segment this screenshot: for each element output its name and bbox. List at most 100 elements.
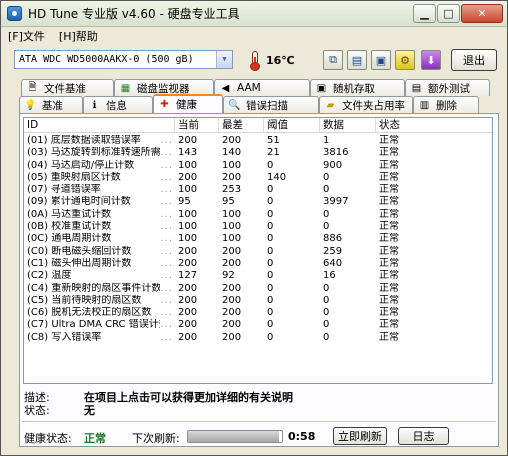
exit-button[interactable]: 退出 xyxy=(451,49,497,71)
table-row[interactable]: (C6) 脱机无法校正的扇区数... 200 200 0 0 正常 xyxy=(24,307,492,319)
status-label: 状态: xyxy=(24,404,50,417)
tab-folder-usage[interactable]: ▰ 文件夹占用率 xyxy=(319,96,413,113)
next-refresh-label: 下次刷新: xyxy=(132,432,180,445)
cell-status: 正常 xyxy=(379,307,399,319)
menu-help[interactable]: [H]帮助 xyxy=(52,28,105,44)
table-row[interactable]: (C1) 磁头伸出周期计数... 200 200 0 640 正常 xyxy=(24,258,492,270)
tab-file-benchmark[interactable]: 🗎 文件基准 xyxy=(21,79,114,96)
smart-table[interactable]: ID 当前 最差 阈值 数据 状态 (01) 底层数据读取错误率... 200 20… xyxy=(23,117,493,384)
column-header-current[interactable]: 当前 xyxy=(175,118,219,133)
cell-worst: 100 xyxy=(222,233,242,245)
close-icon[interactable]: ✕ xyxy=(461,4,503,23)
cell-worst: 200 xyxy=(222,307,242,319)
table-row[interactable]: (01) 底层数据读取错误率... 200 200 51 1 正常 xyxy=(24,135,492,147)
table-row[interactable]: (09) 累计通电时间计数... 95 95 0 3997 正常 xyxy=(24,196,492,208)
tab-error-scan[interactable]: 🔍 错误扫描 xyxy=(223,96,319,113)
table-row[interactable]: (C5) 当前待映射的扇区数... 200 200 0 0 正常 xyxy=(24,295,492,307)
cell-threshold: 0 xyxy=(267,208,274,220)
cell-data: 0 xyxy=(323,221,330,233)
cell-threshold: 140 xyxy=(267,171,287,183)
tab-row-bottom: 💡 基准 ℹ 信息 ✚ 健康 🔍 错误扫描 ▰ 文件夹占用率 ▥ 删除 xyxy=(19,94,503,113)
menu-file[interactable]: [F]文件 xyxy=(1,28,52,44)
cell-threshold: 0 xyxy=(267,196,274,208)
options-icon[interactable]: ⚙ xyxy=(395,50,415,70)
save-icon[interactable]: ▣ xyxy=(371,50,391,70)
health-status-value: 正常 xyxy=(84,432,106,445)
table-row[interactable]: (0A) 马达重试计数... 100 100 0 0 正常 xyxy=(24,209,492,221)
minimize-icon[interactable]: ▁ xyxy=(413,4,436,23)
cell-status: 正常 xyxy=(379,282,399,294)
table-row[interactable]: (0C) 通电周期计数... 100 100 0 886 正常 xyxy=(24,233,492,245)
chevron-down-icon[interactable]: ▼ xyxy=(216,51,232,68)
cell-threshold: 51 xyxy=(267,135,280,146)
table-row[interactable]: (C7) Ultra DMA CRC 错误计数... 200 200 0 0 正常 xyxy=(24,319,492,331)
tab-row-top: 🗎 文件基准 ▦ 磁盘监视器 ◀ AAM ▣ 随机存取 ▤ 额外测试 xyxy=(21,79,505,96)
table-row[interactable]: (0B) 校准重试计数... 100 100 0 0 正常 xyxy=(24,221,492,233)
maximize-icon[interactable]: □ xyxy=(437,4,460,23)
drive-select[interactable]: ATA WDC WD5000AAKX-0 (500 gB) ▼ xyxy=(14,50,233,69)
cell-current: 100 xyxy=(178,221,198,233)
cell-worst: 140 xyxy=(222,147,242,159)
tab-random-access[interactable]: ▣ 随机存取 xyxy=(310,79,405,96)
cell-threshold: 0 xyxy=(267,233,274,245)
log-button[interactable]: 日志 xyxy=(398,427,449,445)
table-row[interactable]: (04) 马达启动/停止计数... 100 100 0 900 正常 xyxy=(24,160,492,172)
cell-id: (C4) 重新映射的扇区事件计数... xyxy=(27,282,173,294)
cell-data: 0 xyxy=(323,282,330,294)
window-title: HD Tune 专业版 v4.60 - 硬盘专业工具 xyxy=(28,7,240,21)
cell-id: (05) 重映射扇区计数... xyxy=(27,171,173,183)
health-status-label: 健康状态: xyxy=(24,432,72,445)
cell-data: 0 xyxy=(323,319,330,331)
column-header-threshold[interactable]: 阈值 xyxy=(264,118,320,133)
cell-current: 200 xyxy=(178,171,198,183)
tab-aam[interactable]: ◀ AAM xyxy=(214,79,310,96)
status-text: 无 xyxy=(84,404,95,417)
cell-worst: 200 xyxy=(222,282,242,294)
cell-data: 900 xyxy=(323,159,343,171)
thermometer-icon xyxy=(245,50,265,71)
folder-icon: ▰ xyxy=(326,99,335,111)
menu-bar: [F]文件 [H]帮助 xyxy=(1,28,507,44)
cell-threshold: 0 xyxy=(267,184,274,196)
cell-worst: 253 xyxy=(222,184,242,196)
download-icon[interactable]: ⬇ xyxy=(421,50,441,70)
table-row[interactable]: (C0) 断电磁头缩回计数... 200 200 0 259 正常 xyxy=(24,246,492,258)
copy-screenshot-icon[interactable]: ▤ xyxy=(347,50,367,70)
cell-status: 正常 xyxy=(379,184,399,196)
column-header-data[interactable]: 数据 xyxy=(320,118,376,133)
refresh-now-button[interactable]: 立即刷新 xyxy=(333,427,387,445)
column-header-id[interactable]: ID xyxy=(24,118,175,133)
tab-health[interactable]: ✚ 健康 xyxy=(153,94,223,113)
table-row[interactable]: (C2) 温度... 127 92 0 16 正常 xyxy=(24,270,492,282)
table-row[interactable]: (05) 重映射扇区计数... 200 200 140 0 正常 xyxy=(24,172,492,184)
cell-worst: 200 xyxy=(222,294,242,306)
copy-info-icon[interactable]: ⧉ xyxy=(323,50,343,70)
monitor-icon: ▦ xyxy=(120,82,131,94)
cell-worst: 92 xyxy=(222,270,235,282)
table-row[interactable]: (C4) 重新映射的扇区事件计数... 200 200 0 0 正常 xyxy=(24,283,492,295)
cell-current: 100 xyxy=(178,208,198,220)
cell-current: 200 xyxy=(178,135,198,146)
tab-extra-tests[interactable]: ▤ 额外测试 xyxy=(405,79,490,96)
tab-benchmark[interactable]: 💡 基准 xyxy=(19,96,83,113)
cell-threshold: 0 xyxy=(267,282,274,294)
cell-id: (C8) 写入错误率... xyxy=(27,331,173,343)
cell-threshold: 0 xyxy=(267,294,274,306)
column-header-status[interactable]: 状态 xyxy=(376,118,492,133)
cell-current: 100 xyxy=(178,233,198,245)
cell-status: 正常 xyxy=(379,331,399,343)
table-row[interactable]: (C8) 写入错误率... 200 200 0 0 正常 xyxy=(24,332,492,344)
cell-id: (C1) 磁头伸出周期计数... xyxy=(27,257,173,269)
cell-status: 正常 xyxy=(379,147,399,159)
cell-data: 640 xyxy=(323,257,343,269)
error-scan-icon: 🔍 xyxy=(228,99,241,111)
table-row[interactable]: (07) 寻道错误率... 100 253 0 0 正常 xyxy=(24,184,492,196)
cell-data: 3997 xyxy=(323,196,349,208)
divider xyxy=(22,421,496,422)
column-header-worst[interactable]: 最差 xyxy=(219,118,264,133)
table-row[interactable]: (03) 马达旋转到标准转速所需...... 143 140 21 3816 正常 xyxy=(24,147,492,159)
tab-erase[interactable]: ▥ 删除 xyxy=(413,96,479,113)
app-window: HD Tune 专业版 v4.60 - 硬盘专业工具 ▁ □ ✕ [F]文件 [… xyxy=(0,0,508,456)
title-bar[interactable]: HD Tune 专业版 v4.60 - 硬盘专业工具 ▁ □ ✕ xyxy=(1,1,507,27)
tab-info[interactable]: ℹ 信息 xyxy=(83,96,153,113)
